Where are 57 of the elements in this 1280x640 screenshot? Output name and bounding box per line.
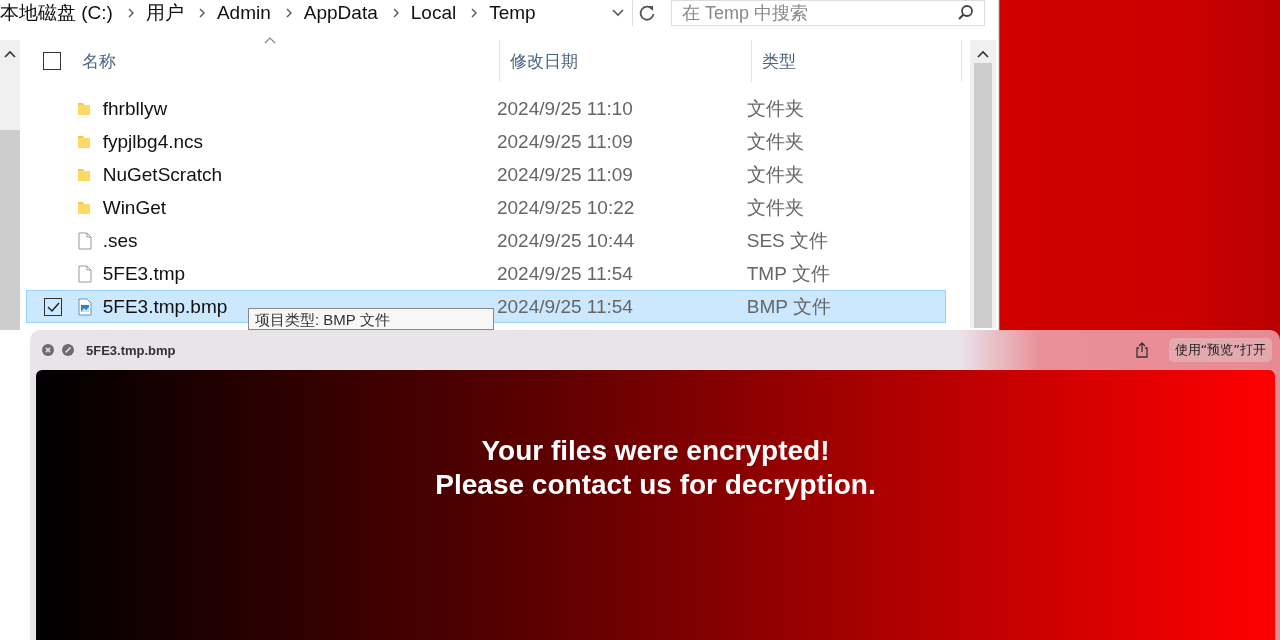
modified-date: 2024/9/25 10:22: [497, 196, 635, 218]
share-icon[interactable]: [1134, 342, 1149, 358]
file-type: TMP 文件: [746, 262, 830, 284]
scroll-up-icon: [977, 50, 989, 58]
file-type: 文件夹: [746, 97, 804, 119]
tooltip: 项目类型: BMP 文件: [248, 308, 494, 330]
modified-date: 2024/9/25 11:09: [497, 163, 633, 185]
file-icon: [76, 231, 93, 250]
breadcrumb-item[interactable]: Admin: [216, 2, 274, 24]
breadcrumb-item[interactable]: 用户: [145, 0, 187, 26]
message-text: Your files were encrypted!: [480, 434, 831, 468]
breadcrumb-item[interactable]: 本地磁盘 (C:): [0, 0, 116, 26]
message-text: Please contact us for decryption.: [435, 468, 876, 502]
checkbox[interactable]: [43, 297, 62, 316]
file-name: 5FE3.tmp.bmp: [102, 295, 228, 318]
file-type: 文件夹: [746, 130, 804, 152]
image-file-icon: [76, 297, 93, 316]
chevron-right-icon: [391, 7, 400, 19]
breadcrumb-item[interactable]: AppData: [303, 2, 381, 24]
chevron-right-icon: [126, 7, 135, 19]
scroll-up-icon: [4, 50, 16, 58]
modified-date: 2024/9/25 11:09: [497, 130, 633, 152]
modified-date: 2024/9/25 11:54: [497, 262, 633, 284]
chevron-right-icon: [284, 7, 293, 19]
file-name: fypjlbg4.ncs: [102, 130, 204, 153]
file-type: BMP 文件: [746, 295, 831, 317]
chevron-right-icon: [470, 7, 479, 19]
checkbox[interactable]: [43, 52, 61, 70]
chevron-down-icon: [611, 8, 625, 18]
file-name: WinGet: [102, 196, 167, 219]
scrollbar[interactable]: [970, 40, 996, 328]
scrollbar[interactable]: [0, 40, 20, 330]
refresh-icon: [638, 4, 656, 22]
address-bar[interactable]: 本地磁盘 (C:) 用户 Admin AppData Local Temp: [0, 0, 604, 26]
breadcrumb-item[interactable]: Local: [410, 2, 460, 24]
file-type: SES 文件: [746, 229, 829, 251]
file-type: 文件夹: [746, 196, 804, 218]
fullscreen-icon[interactable]: [62, 344, 74, 356]
breadcrumb-item[interactable]: Temp: [489, 2, 539, 24]
file-name: fhrbllyw: [102, 97, 168, 120]
chevron-right-icon: [197, 7, 206, 19]
file-name: .ses: [102, 229, 138, 252]
column-header[interactable]: 名称: [68, 40, 500, 82]
modified-date: 2024/9/25 11:10: [497, 97, 633, 119]
file-type: 文件夹: [746, 163, 804, 185]
file-icon: [76, 264, 93, 283]
file-name: 5FE3.tmp: [102, 262, 186, 285]
column-header[interactable]: 修改日期: [500, 40, 752, 82]
file-name: NuGetScratch: [102, 163, 223, 186]
close-icon[interactable]: [42, 344, 54, 356]
column-header[interactable]: 类型: [752, 40, 962, 82]
open-with-preview-button[interactable]: 使用“预览”打开: [1168, 338, 1272, 362]
search-field[interactable]: 在 Temp 中搜索: [671, 0, 985, 26]
modified-date: 2024/9/25 11:54: [497, 295, 633, 317]
window-title: 5FE3.tmp.bmp: [86, 342, 176, 358]
search-icon: [957, 4, 975, 22]
modified-date: 2024/9/25 10:44: [497, 229, 635, 251]
